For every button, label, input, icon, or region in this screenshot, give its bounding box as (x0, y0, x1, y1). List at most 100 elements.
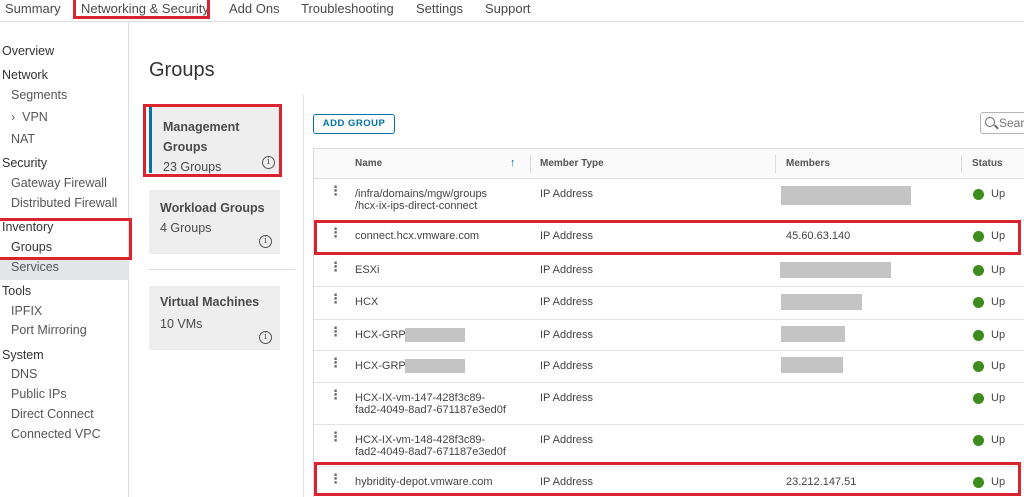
row-name: hybridity-depot.vmware.com (355, 476, 493, 488)
redacted-members (781, 357, 843, 373)
status-up-icon (973, 265, 984, 276)
table-row[interactable]: ⋮ HCX-GRP- IP Address Up (314, 351, 1024, 383)
status-up-icon (973, 361, 984, 372)
sidebar-item-distributed-firewall[interactable]: Distributed Firewall (11, 196, 117, 211)
card-title-line1: Management (163, 120, 240, 134)
redacted-name (405, 328, 465, 342)
card-subtitle: 23 Groups (163, 160, 222, 174)
row-name-line1: HCX-IX-vm-147-428f3c89- (355, 392, 486, 404)
page-title: Groups (149, 59, 215, 81)
row-status: Up (991, 434, 1006, 446)
status-up-icon (973, 297, 984, 308)
sidebar-item-connected-vpc[interactable]: Connected VPC (11, 427, 101, 442)
kebab-menu-icon[interactable]: ⋮ (329, 226, 342, 239)
kebab-menu-icon[interactable]: ⋮ (329, 430, 342, 443)
tab-settings[interactable]: Settings (416, 1, 463, 21)
sidebar-item-services[interactable]: Services (11, 260, 59, 275)
kebab-menu-icon[interactable]: ⋮ (329, 184, 342, 197)
tab-networking-security[interactable]: Networking & Security (81, 1, 209, 21)
table-row[interactable]: ⋮ connect.hcx.vmware.com IP Address 45.6… (314, 221, 1024, 255)
table-row[interactable]: ⋮ HCX-GRP- IP Address Up (314, 320, 1024, 351)
kebab-menu-icon[interactable]: ⋮ (329, 260, 342, 273)
redacted-members (781, 294, 862, 310)
tab-troubleshooting[interactable]: Troubleshooting (301, 1, 394, 21)
sidebar-item-segments[interactable]: Segments (11, 88, 67, 103)
sidebar-item-direct-connect[interactable]: Direct Connect (11, 407, 94, 422)
row-status: Up (991, 296, 1006, 308)
status-up-icon (973, 393, 984, 404)
column-separator[interactable] (961, 155, 962, 173)
table-row[interactable]: ⋮ HCX-IX-vm-148-428f3c89- fad2-4049-8ad7… (314, 425, 1024, 467)
sidebar-section-security: Security (2, 156, 48, 170)
table-row[interactable]: ⋮ ESXi IP Address Up (314, 255, 1024, 287)
search-icon (985, 117, 995, 127)
sidebar-item-vpn[interactable]: › VPN (11, 110, 48, 125)
table-row[interactable]: ⋮ HCX IP Address Up (314, 287, 1024, 320)
card-title-line2: Groups (163, 140, 208, 154)
column-separator[interactable] (530, 155, 531, 173)
sidebar-item-public-ips[interactable]: Public IPs (11, 387, 67, 402)
card-title: Virtual Machines (160, 295, 260, 309)
table-row[interactable]: ⋮ HCX-IX-vm-147-428f3c89- fad2-4049-8ad7… (314, 383, 1024, 425)
sidebar-item-port-mirroring[interactable]: Port Mirroring (11, 323, 87, 338)
row-name: ESXi (355, 264, 380, 276)
tab-support[interactable]: Support (485, 1, 531, 21)
kebab-menu-icon[interactable]: ⋮ (329, 292, 342, 305)
row-name-line2: fad2-4049-8ad7-671187e3ed0f (355, 446, 506, 458)
column-header-member-type[interactable]: Member Type (540, 158, 604, 169)
search-placeholder: Sear (999, 116, 1024, 130)
row-member-type: IP Address (540, 360, 593, 372)
info-icon[interactable]: i (262, 156, 275, 169)
row-member-type: IP Address (540, 264, 593, 276)
row-member-type: IP Address (540, 296, 593, 308)
row-status: Up (991, 329, 1006, 341)
add-group-button[interactable]: ADD GROUP (313, 114, 395, 134)
card-workload-groups[interactable]: Workload Groups 4 Groups i (149, 190, 280, 254)
card-virtual-machines[interactable]: Virtual Machines 10 VMs i (149, 286, 280, 350)
row-name-line1: HCX-IX-vm-148-428f3c89- (355, 434, 486, 446)
sidebar-section-system: System (2, 348, 44, 362)
row-name-line2: fad2-4049-8ad7-671187e3ed0f (355, 404, 506, 416)
column-header-members[interactable]: Members (786, 158, 830, 169)
column-header-name[interactable]: Name (355, 158, 382, 169)
kebab-menu-icon[interactable]: ⋮ (329, 356, 342, 369)
kebab-menu-icon[interactable]: ⋮ (329, 472, 342, 485)
sort-ascending-icon[interactable]: ↑ (510, 157, 516, 169)
table-row[interactable]: ⋮ hybridity-depot.vmware.com IP Address … (314, 467, 1024, 497)
chevron-right-icon[interactable]: › (11, 110, 15, 124)
status-up-icon (973, 477, 984, 488)
top-navigation: Summary Networking & Security Add Ons Tr… (0, 0, 1024, 22)
row-member-type: IP Address (540, 434, 593, 446)
groups-table: Name ↑ Member Type Members Status ⋮ /inf… (313, 148, 1024, 497)
row-name-line2: /hcx-ix-ips-direct-connect (355, 200, 478, 212)
row-name: HCX-GRP- (355, 360, 410, 372)
panel-divider (303, 95, 304, 497)
sidebar-item-gateway-firewall[interactable]: Gateway Firewall (11, 176, 107, 191)
sidebar-item-groups[interactable]: Groups (11, 240, 52, 255)
card-subtitle: 4 Groups (160, 221, 212, 235)
status-up-icon (973, 231, 984, 242)
table-header: Name ↑ Member Type Members Status (314, 149, 1024, 179)
row-status: Up (991, 476, 1006, 488)
redacted-members (780, 262, 891, 278)
status-up-icon (973, 435, 984, 446)
sidebar-item-nat[interactable]: NAT (11, 132, 35, 147)
info-icon[interactable]: i (259, 331, 272, 344)
card-management-groups[interactable]: Management Groups 23 Groups i (149, 107, 280, 174)
tab-summary[interactable]: Summary (5, 1, 61, 21)
column-header-status[interactable]: Status (972, 158, 1003, 169)
cards-separator (149, 269, 295, 270)
row-members: 23.212.147.51 (786, 476, 857, 488)
sidebar-item-dns[interactable]: DNS (11, 367, 37, 382)
table-row[interactable]: ⋮ /infra/domains/mgw/groups /hcx-ix-ips-… (314, 179, 1024, 221)
kebab-menu-icon[interactable]: ⋮ (329, 325, 342, 338)
column-separator[interactable] (775, 155, 776, 173)
tab-add-ons[interactable]: Add Ons (229, 1, 280, 21)
kebab-menu-icon[interactable]: ⋮ (329, 388, 342, 401)
search-input[interactable]: Sear (980, 112, 1024, 134)
info-icon[interactable]: i (259, 235, 272, 248)
row-member-type: IP Address (540, 329, 593, 341)
sidebar-item-ipfix[interactable]: IPFIX (11, 304, 42, 319)
row-member-type: IP Address (540, 230, 593, 242)
sidebar-item-overview[interactable]: Overview (2, 44, 54, 59)
